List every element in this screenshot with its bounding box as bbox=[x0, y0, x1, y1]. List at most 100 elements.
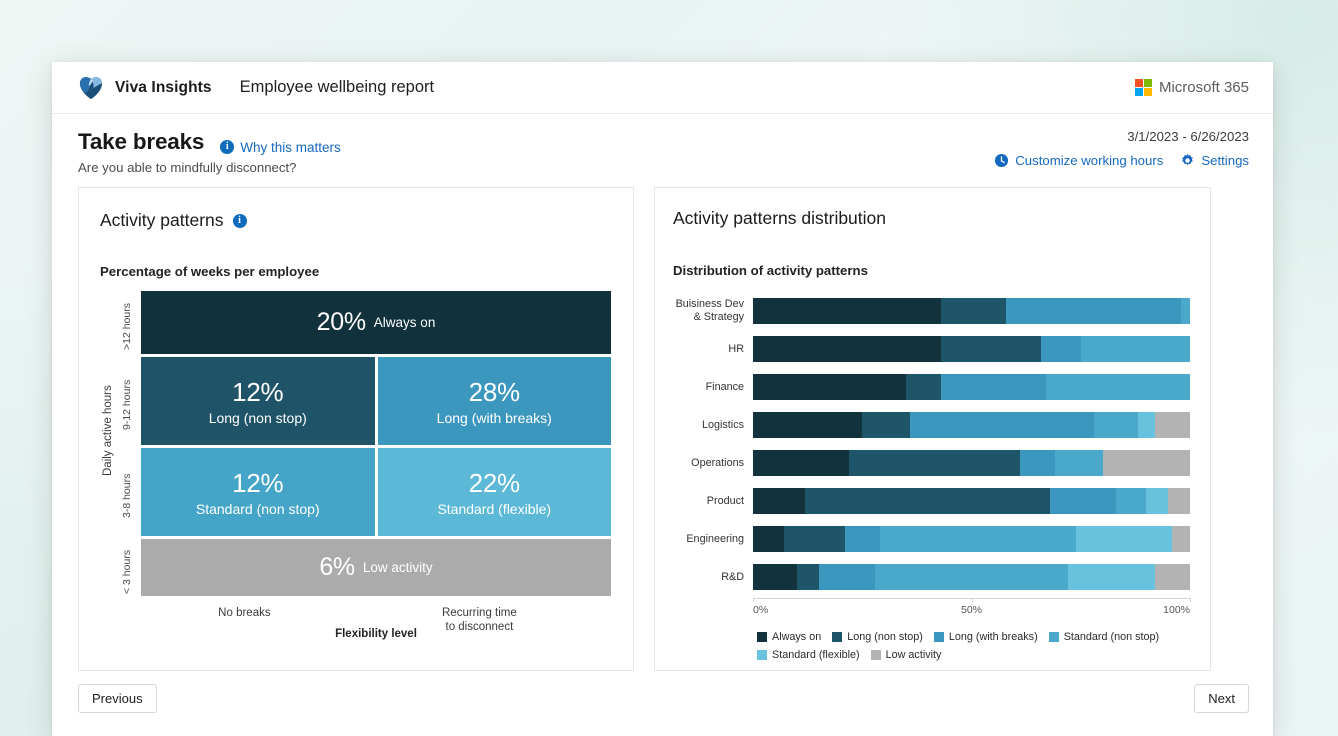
previous-button[interactable]: Previous bbox=[78, 684, 157, 713]
matrix-y-ticks: >12 hours 9-12 hours 3-8 hours < 3 hours bbox=[119, 295, 135, 647]
distribution-row: Finance bbox=[673, 368, 1190, 406]
date-range: 3/1/2023 - 6/26/2023 bbox=[1127, 129, 1249, 144]
distribution-bar bbox=[753, 336, 1190, 362]
cell-percent: 6% bbox=[319, 553, 355, 581]
distribution-segment[interactable] bbox=[1172, 526, 1190, 552]
distribution-segment[interactable] bbox=[849, 450, 1020, 476]
distribution-segment[interactable] bbox=[783, 526, 845, 552]
distribution-segment[interactable] bbox=[1102, 450, 1190, 476]
customize-working-hours-label: Customize working hours bbox=[1015, 153, 1164, 168]
legend-item[interactable]: Low activity bbox=[870, 649, 941, 661]
distribution-segment[interactable] bbox=[753, 336, 941, 362]
matrix-cell-long-with-breaks[interactable]: 28% Long (with breaks) bbox=[377, 357, 611, 445]
report-window: Viva Insights Employee wellbeing report … bbox=[52, 62, 1273, 736]
microsoft-365-label: Microsoft 365 bbox=[1158, 79, 1249, 96]
legend-item[interactable]: Standard (flexible) bbox=[757, 649, 860, 661]
cell-name: Standard (non stop) bbox=[195, 500, 320, 517]
matrix-cell-standard-non-stop[interactable]: 12% Standard (non stop) bbox=[141, 448, 375, 536]
distribution-segment[interactable] bbox=[1115, 488, 1147, 514]
distribution-segment[interactable] bbox=[875, 564, 1068, 590]
distribution-segment[interactable] bbox=[753, 564, 797, 590]
matrix-cell-low-activity[interactable]: 6% Low activity bbox=[141, 539, 611, 596]
y-tick-label: 3-8 hours bbox=[121, 473, 133, 519]
y-tick-label: >12 hours bbox=[121, 303, 133, 350]
distribution-segment[interactable] bbox=[753, 450, 850, 476]
distribution-segment[interactable] bbox=[1181, 298, 1190, 324]
distribution-row-label: Engineering bbox=[686, 532, 744, 545]
distribution-row: Logistics bbox=[673, 406, 1190, 444]
x-label-no-breaks: No breaks bbox=[218, 607, 271, 619]
distribution-segment[interactable] bbox=[796, 564, 819, 590]
distribution-segment[interactable] bbox=[862, 412, 911, 438]
activity-patterns-distribution-card: Activity patterns distribution Distribut… bbox=[654, 187, 1211, 671]
distribution-segment[interactable] bbox=[753, 526, 784, 552]
distribution-segment[interactable] bbox=[844, 526, 880, 552]
distribution-segment[interactable] bbox=[1045, 374, 1190, 400]
distribution-title: Activity patterns distribution bbox=[673, 208, 887, 228]
axis-tick bbox=[753, 598, 754, 602]
distribution-segment[interactable] bbox=[940, 336, 1042, 362]
matrix-cell-always-on[interactable]: 20% Always on bbox=[141, 291, 611, 354]
distribution-segment[interactable] bbox=[1050, 488, 1116, 514]
x-label-line1: Recurring time bbox=[442, 607, 517, 619]
customize-working-hours-button[interactable]: Customize working hours bbox=[994, 153, 1163, 168]
why-this-matters-link[interactable]: i Why this matters bbox=[220, 140, 341, 155]
distribution-segment[interactable] bbox=[1006, 298, 1182, 324]
distribution-row: Buisiness Dev & Strategy bbox=[673, 292, 1190, 330]
distribution-segment[interactable] bbox=[753, 298, 941, 324]
axis-line: 0% 50% 100% bbox=[753, 598, 1191, 622]
matrix-y-axis-title: Daily active hours bbox=[102, 385, 114, 477]
distribution-segment[interactable] bbox=[1155, 412, 1190, 438]
matrix-cell-standard-flexible[interactable]: 22% Standard (flexible) bbox=[377, 448, 611, 536]
settings-button[interactable]: Settings bbox=[1180, 153, 1249, 168]
legend-label: Standard (non stop) bbox=[1063, 631, 1160, 643]
distribution-segment[interactable] bbox=[1146, 488, 1169, 514]
distribution-bar bbox=[753, 374, 1190, 400]
distribution-segment[interactable] bbox=[1067, 564, 1155, 590]
distribution-segment[interactable] bbox=[1093, 412, 1138, 438]
legend-item[interactable]: Long (with breaks) bbox=[933, 631, 1038, 643]
info-icon[interactable]: i bbox=[232, 213, 247, 228]
legend-label: Standard (flexible) bbox=[772, 649, 860, 661]
distribution-segment[interactable] bbox=[910, 412, 1094, 438]
next-button[interactable]: Next bbox=[1194, 684, 1249, 713]
x-label-line2: to disconnect bbox=[445, 620, 514, 633]
legend-item[interactable]: Standard (non stop) bbox=[1048, 631, 1160, 643]
distribution-x-axis: 0% 50% 100% bbox=[673, 598, 1191, 622]
report-title: Employee wellbeing report bbox=[239, 78, 435, 96]
distribution-segment[interactable] bbox=[1054, 450, 1103, 476]
legend-item[interactable]: Always on bbox=[757, 631, 821, 643]
distribution-segment[interactable] bbox=[753, 488, 806, 514]
axis-tick bbox=[1190, 598, 1191, 602]
distribution-segment[interactable] bbox=[1041, 336, 1081, 362]
distribution-bar bbox=[753, 450, 1190, 476]
page-header: Take breaks i Why this matters Are you a… bbox=[52, 114, 1273, 175]
percentage-weeks-label: Percentage of weeks per employee bbox=[100, 264, 320, 279]
legend-swatch bbox=[832, 632, 843, 642]
distribution-segment[interactable] bbox=[879, 526, 1077, 552]
distribution-row-label: Finance bbox=[705, 380, 744, 393]
distribution-segment[interactable] bbox=[1019, 450, 1055, 476]
distribution-segment[interactable] bbox=[818, 564, 876, 590]
distribution-section-label: Distribution of activity patterns bbox=[673, 263, 868, 278]
activity-patterns-card: Activity patterns i Percentage of weeks … bbox=[78, 187, 634, 671]
distribution-segment[interactable] bbox=[1168, 488, 1190, 514]
distribution-segment[interactable] bbox=[905, 374, 941, 400]
header-right-cluster: 3/1/2023 - 6/26/2023 Customize working h… bbox=[994, 129, 1249, 168]
distribution-segment[interactable] bbox=[1076, 526, 1173, 552]
distribution-segment[interactable] bbox=[1137, 412, 1155, 438]
distribution-row: R&D bbox=[673, 558, 1190, 596]
distribution-segment[interactable] bbox=[940, 298, 1007, 324]
matrix-x-axis-title: Flexibility level bbox=[335, 628, 417, 640]
distribution-segment[interactable] bbox=[753, 412, 863, 438]
distribution-segment[interactable] bbox=[805, 488, 1051, 514]
legend-item[interactable]: Long (non stop) bbox=[832, 631, 923, 643]
distribution-segment[interactable] bbox=[1154, 564, 1190, 590]
top-bar: Viva Insights Employee wellbeing report … bbox=[52, 62, 1273, 114]
matrix-grid: 20% Always on 12% Long (non stop) 28% Lo… bbox=[141, 291, 611, 647]
cell-percent: 28% bbox=[468, 376, 520, 407]
distribution-segment[interactable] bbox=[940, 374, 1046, 400]
distribution-segment[interactable] bbox=[1080, 336, 1190, 362]
distribution-segment[interactable] bbox=[753, 374, 906, 400]
matrix-cell-long-non-stop[interactable]: 12% Long (non stop) bbox=[141, 357, 375, 445]
